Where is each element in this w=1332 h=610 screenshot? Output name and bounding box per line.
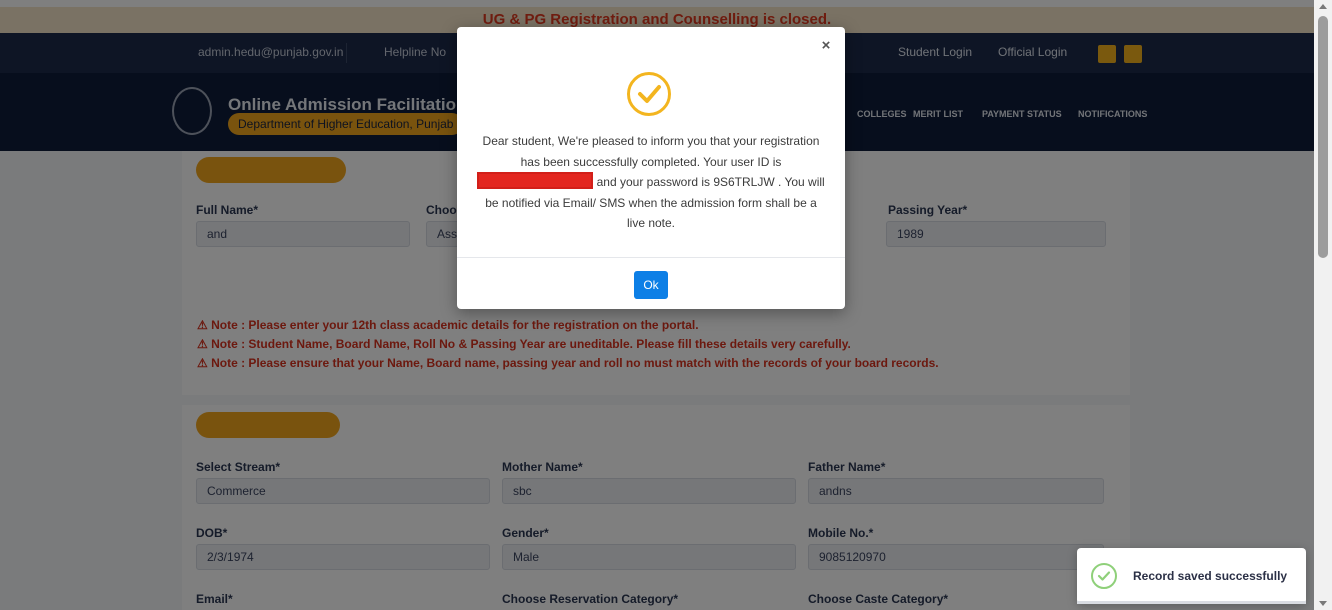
toast-progress-bar <box>1077 601 1306 604</box>
checkmark-icon <box>638 85 661 103</box>
redacted-user-id <box>477 172 594 189</box>
close-icon[interactable]: × <box>819 38 833 53</box>
success-dialog: × Dear student, We're pleased to inform … <box>457 27 845 309</box>
dialog-divider <box>457 257 845 258</box>
scroll-up-icon[interactable] <box>1319 4 1327 9</box>
page-scrollbar[interactable] <box>1314 0 1332 610</box>
page: UG & PG Registration and Counselling is … <box>0 0 1314 610</box>
toast-message: Record saved successfully <box>1133 569 1288 583</box>
ok-button[interactable]: Ok <box>634 271 668 299</box>
toast-notification: Record saved successfully <box>1077 548 1306 604</box>
message-part-1: Dear student, We're pleased to inform yo… <box>482 134 820 169</box>
success-check-icon <box>1091 563 1117 589</box>
toast-checkmark-icon <box>1097 571 1111 581</box>
scrollbar-thumb[interactable] <box>1318 16 1328 258</box>
scroll-down-icon[interactable] <box>1319 601 1327 606</box>
dialog-message: Dear student, We're pleased to inform yo… <box>477 131 825 234</box>
check-circle-icon <box>627 72 671 116</box>
